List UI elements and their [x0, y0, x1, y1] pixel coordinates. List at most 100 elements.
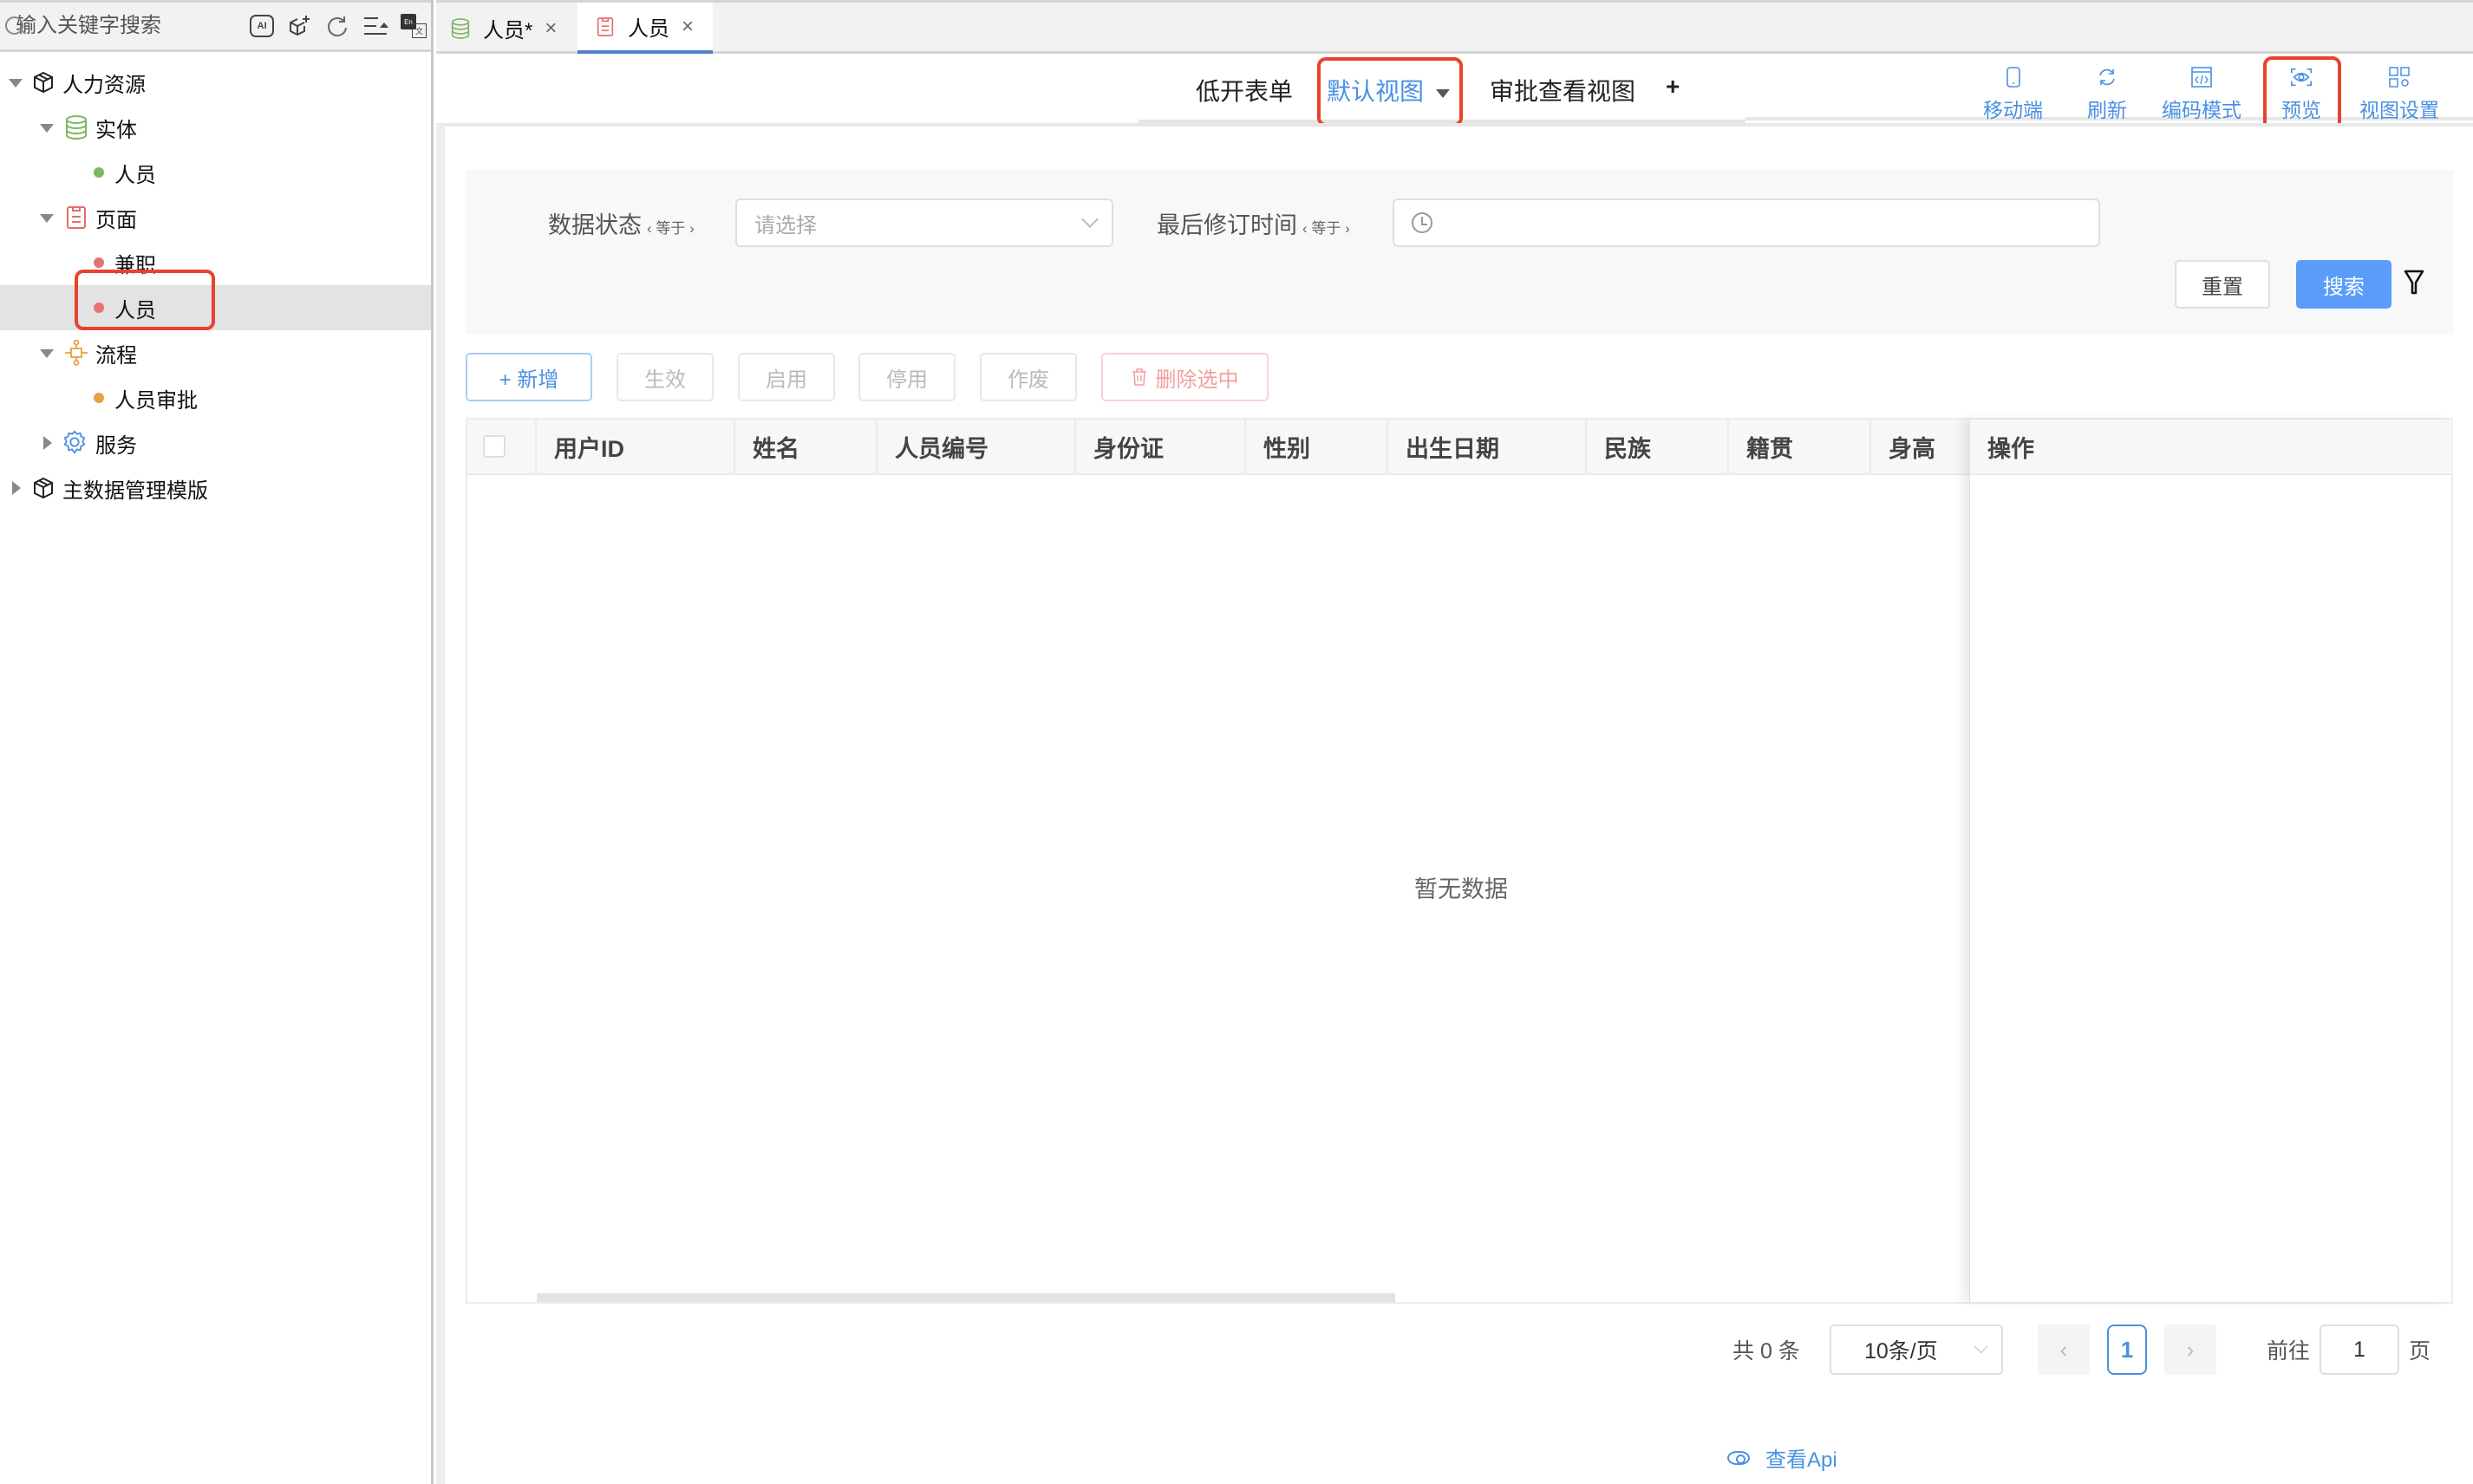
- caret-right-icon[interactable]: [12, 481, 21, 495]
- language-switch-icon[interactable]: En 文: [401, 14, 427, 38]
- caret-down-icon[interactable]: [9, 79, 23, 88]
- data-table: 用户ID 姓名 人员编号 身份证 性别 出生日期 民族 籍贯 身高 操作 暂无数…: [466, 418, 2453, 1304]
- view-settings-label: 视图设置: [2359, 99, 2439, 121]
- data-status-select[interactable]: 请选择: [735, 199, 1113, 247]
- preview-button[interactable]: 预览: [2281, 66, 2321, 123]
- page-icon: [595, 15, 616, 39]
- sidebar-tools: AI En 文: [250, 13, 427, 39]
- column-header-birth-date[interactable]: 出生日期: [1388, 420, 1587, 473]
- refresh-label: 刷新: [2087, 99, 2127, 121]
- effective-button[interactable]: 生效: [617, 353, 714, 401]
- clock-icon: [1412, 212, 1432, 233]
- dropdown-caret-icon[interactable]: [1436, 88, 1451, 98]
- doc-tab-label: 人员*: [483, 19, 533, 42]
- caret-down-icon[interactable]: [40, 214, 54, 223]
- tree-node-entity-person[interactable]: 人员: [0, 150, 431, 195]
- column-header-employee-no[interactable]: 人员编号: [878, 420, 1076, 473]
- tree-node-hr[interactable]: 人力资源: [0, 60, 431, 105]
- caret-down-icon[interactable]: [40, 124, 54, 133]
- column-header-gender[interactable]: 性别: [1246, 420, 1388, 473]
- preview-eye-icon: [2290, 66, 2313, 88]
- cube-icon: [31, 476, 55, 500]
- tree-node-mdm-template[interactable]: 主数据管理模版: [0, 465, 431, 511]
- tree-node-label: 服务: [95, 433, 137, 458]
- view-tab-approval-view[interactable]: 审批查看视图: [1490, 73, 1635, 107]
- mobile-label: 移动端: [1983, 99, 2043, 121]
- view-tab-label: 默认视图: [1327, 78, 1425, 105]
- column-header-ethnicity[interactable]: 民族: [1587, 420, 1729, 473]
- sidebar-search-input[interactable]: [16, 14, 250, 38]
- close-icon[interactable]: ×: [545, 16, 557, 41]
- document-tab-bar: 人员* × 人员 ×: [436, 0, 2473, 54]
- goto-label: 前往: [2267, 1339, 2311, 1364]
- tree-node-label: 人员: [114, 298, 156, 322]
- caret-right-icon[interactable]: [43, 436, 52, 450]
- reset-button[interactable]: 重置: [2175, 260, 2270, 309]
- trash-icon: [1132, 368, 1147, 386]
- search-button[interactable]: 搜索: [2296, 260, 2391, 309]
- horizontal-scrollbar[interactable]: [537, 1293, 1395, 1302]
- next-page-button[interactable]: ›: [2164, 1325, 2216, 1375]
- filter-icon[interactable]: [2404, 269, 2426, 296]
- code-mode-button[interactable]: 编码模式: [2162, 66, 2241, 123]
- add-view-button[interactable]: +: [1666, 73, 1680, 101]
- sidebar: AI En 文: [0, 0, 434, 1484]
- view-tab-lowcode-form[interactable]: 低开表单: [1196, 73, 1293, 107]
- tree-node-entity[interactable]: 实体: [0, 105, 431, 150]
- enable-button[interactable]: 启用: [738, 353, 835, 401]
- chevron-down-icon: [1974, 1339, 1988, 1354]
- column-header-id-card[interactable]: 身份证: [1076, 420, 1246, 473]
- goto-page-input[interactable]: [2320, 1325, 2399, 1375]
- close-icon[interactable]: ×: [682, 15, 694, 39]
- view-api-link[interactable]: 查看Api: [1727, 1442, 1837, 1473]
- tree-node-page-person[interactable]: 人员: [0, 285, 431, 330]
- refresh-icon[interactable]: [324, 13, 350, 39]
- database-icon: [64, 115, 88, 140]
- view-bar: 低开表单 默认视图 审批查看视图 + 移动端 刷新 编码模式 预览 视图设置: [436, 54, 2473, 136]
- code-mode-label: 编码模式: [2162, 99, 2241, 121]
- column-header-user-id[interactable]: 用户ID: [537, 420, 735, 473]
- disable-button[interactable]: 停用: [858, 353, 956, 401]
- mobile-icon: [2002, 66, 2025, 88]
- page-number-current[interactable]: 1: [2107, 1325, 2147, 1375]
- delete-selected-button[interactable]: 删除选中: [1101, 353, 1269, 401]
- preview-label: 预览: [2281, 99, 2321, 121]
- tree-node-label: 流程: [95, 343, 137, 368]
- column-header-name[interactable]: 姓名: [735, 420, 878, 473]
- add-cube-icon[interactable]: [286, 13, 312, 39]
- total-count: 共 0 条: [1732, 1339, 1800, 1364]
- refresh-icon: [2096, 66, 2118, 88]
- last-modified-time-input[interactable]: [1393, 199, 2100, 247]
- page-size-select[interactable]: 10条/页: [1830, 1325, 2003, 1375]
- tree-node-person-approval[interactable]: 人员审批: [0, 375, 431, 420]
- tree-node-parttime[interactable]: 兼职: [0, 240, 431, 285]
- doc-tab-page-person[interactable]: 人员 ×: [577, 3, 713, 54]
- view-settings-button[interactable]: 视图设置: [2359, 66, 2439, 123]
- tree-node-services[interactable]: 服务: [0, 420, 431, 465]
- cube-icon: [31, 70, 55, 94]
- page-icon: [64, 205, 88, 230]
- prev-page-button[interactable]: ‹: [2038, 1325, 2090, 1375]
- doc-tab-entity-person[interactable]: 人员* ×: [450, 3, 580, 54]
- view-api-label: 查看Api: [1765, 1448, 1837, 1472]
- collapse-list-icon[interactable]: [362, 13, 388, 39]
- select-all-checkbox[interactable]: [483, 435, 506, 458]
- view-tab-default-view[interactable]: 默认视图: [1327, 73, 1451, 107]
- add-button[interactable]: + 新增: [466, 353, 592, 401]
- code-icon: [2190, 66, 2213, 88]
- delete-selected-label: 删除选中: [1155, 368, 1239, 392]
- lang-zh-glyph: 文: [412, 23, 427, 38]
- chevron-down-icon: [1081, 211, 1099, 228]
- refresh-button[interactable]: 刷新: [2087, 66, 2127, 123]
- data-status-label: 数据状态 ‹ 等于 ›: [548, 206, 695, 240]
- ai-icon[interactable]: AI: [250, 15, 274, 37]
- void-button[interactable]: 作废: [980, 353, 1077, 401]
- flow-icon: [64, 340, 88, 366]
- column-header-native-place[interactable]: 籍贯: [1729, 420, 1871, 473]
- mobile-button[interactable]: 移动端: [1983, 66, 2043, 123]
- tree-node-flows[interactable]: 流程: [0, 330, 431, 375]
- caret-down-icon[interactable]: [40, 349, 54, 358]
- tree-node-pages[interactable]: 页面: [0, 195, 431, 240]
- column-header-height[interactable]: 身高: [1871, 420, 1975, 473]
- select-all-cell: [467, 420, 537, 473]
